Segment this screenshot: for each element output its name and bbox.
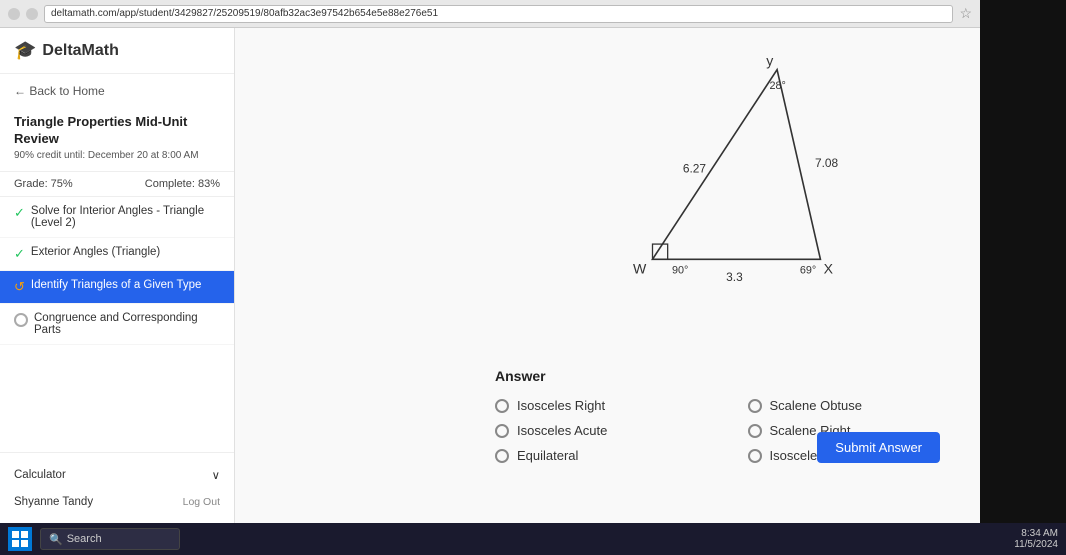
search-text: Search xyxy=(67,533,102,545)
radio-scalene-right[interactable] xyxy=(748,424,762,438)
assignment-info: Triangle Properties Mid-Unit Review 90% … xyxy=(0,108,234,172)
calculator-item[interactable]: Calculator ∨ xyxy=(0,461,234,489)
browser-frame: deltamath.com/app/student/3429827/252095… xyxy=(0,0,980,555)
vertex-w-label: W xyxy=(633,260,647,276)
nav-item-exterior[interactable]: ✓ Exterior Angles (Triangle) xyxy=(0,238,234,271)
windows-icon xyxy=(12,531,28,547)
app-container: 🎓 DeltaMath ← Back to Home Triangle Prop… xyxy=(0,28,980,523)
option-isosceles-right[interactable]: Isosceles Right xyxy=(495,398,708,413)
logo-area: 🎓 DeltaMath xyxy=(0,28,234,74)
back-link[interactable]: ← Back to Home xyxy=(0,74,234,108)
check-icon: ✓ xyxy=(14,246,25,262)
answer-section: Answer Isosceles Right Scalene Obtuse Is… xyxy=(495,368,960,463)
user-item[interactable]: Shyanne Tandy Log Out xyxy=(0,489,234,515)
search-icon: 🔍 xyxy=(49,533,63,546)
start-button[interactable] xyxy=(8,527,32,551)
taskbar-time: 8:34 AM 11/5/2024 xyxy=(1014,528,1058,550)
angle-w-label: 90° xyxy=(672,264,688,276)
dark-overlay xyxy=(980,0,1066,555)
answer-label: Answer xyxy=(495,368,960,384)
browser-bar: deltamath.com/app/student/3429827/252095… xyxy=(0,0,980,28)
nav-item-label: Congruence and Corresponding Parts xyxy=(34,312,220,336)
logo-text: DeltaMath xyxy=(42,42,118,60)
assignment-title: Triangle Properties Mid-Unit Review xyxy=(14,114,220,148)
vertex-x-label: X xyxy=(824,260,834,276)
nav-item-identify[interactable]: ↺ Identify Triangles of a Given Type xyxy=(0,271,234,304)
url-text: deltamath.com/app/student/3429827/252095… xyxy=(51,8,438,19)
check-icon: ✓ xyxy=(14,205,25,221)
logout-link[interactable]: Log Out xyxy=(183,496,220,508)
radio-isosceles-acute[interactable] xyxy=(495,424,509,438)
side-left-label: 6.27 xyxy=(683,162,707,176)
submit-button[interactable]: Submit Answer xyxy=(817,432,940,463)
vertex-y-label: y xyxy=(766,52,774,68)
sidebar-bottom: Calculator ∨ Shyanne Tandy Log Out xyxy=(0,452,234,523)
side-bottom-label: 3.3 xyxy=(726,270,743,284)
option-scalene-obtuse[interactable]: Scalene Obtuse xyxy=(748,398,961,413)
triangle-svg: y W X 28° 90° 69° 6.27 7.08 3.3 xyxy=(580,48,920,308)
nav-item-label: Identify Triangles of a Given Type xyxy=(31,279,201,291)
option-label-isosceles-right: Isosceles Right xyxy=(517,398,605,413)
logo-icon: 🎓 xyxy=(14,40,36,61)
assignment-due: 90% credit until: December 20 at 8:00 AM xyxy=(14,150,220,161)
taskbar-right: 8:34 AM 11/5/2024 xyxy=(1014,528,1058,550)
option-label-equilateral: Equilateral xyxy=(517,448,578,463)
bullet-icon xyxy=(14,313,28,327)
taskbar-search[interactable]: 🔍 Search xyxy=(40,528,180,550)
url-bar[interactable]: deltamath.com/app/student/3429827/252095… xyxy=(44,5,953,23)
back-link-text: ← Back to Home xyxy=(14,84,105,98)
taskbar: 🔍 Search 8:34 AM 11/5/2024 xyxy=(0,523,1066,555)
main-content: y W X 28° 90° 69° 6.27 7.08 3.3 xyxy=(235,28,980,523)
taskbar-date: 11/5/2024 xyxy=(1014,539,1058,550)
complete-label: Complete: 83% xyxy=(145,178,220,190)
nav-item-label: Solve for Interior Angles - Triangle (Le… xyxy=(31,205,220,229)
calculator-label: Calculator xyxy=(14,469,66,481)
option-isosceles-acute[interactable]: Isosceles Acute xyxy=(495,423,708,438)
nav-item-congruence[interactable]: Congruence and Corresponding Parts xyxy=(0,304,234,345)
nav-item-label: Exterior Angles (Triangle) xyxy=(31,246,160,258)
grade-label: Grade: 75% xyxy=(14,178,73,190)
option-label-scalene-obtuse: Scalene Obtuse xyxy=(770,398,863,413)
radio-equilateral[interactable] xyxy=(495,449,509,463)
browser-btn-2 xyxy=(26,8,38,20)
sidebar: 🎓 DeltaMath ← Back to Home Triangle Prop… xyxy=(0,28,235,523)
taskbar-clock: 8:34 AM xyxy=(1014,528,1058,539)
star-icon[interactable]: ☆ xyxy=(959,5,972,22)
refresh-icon: ↺ xyxy=(14,279,25,295)
radio-scalene-obtuse[interactable] xyxy=(748,399,762,413)
radio-isosceles-obtuse[interactable] xyxy=(748,449,762,463)
grade-row: Grade: 75% Complete: 83% xyxy=(0,172,234,197)
nav-items: ✓ Solve for Interior Angles - Triangle (… xyxy=(0,197,234,452)
nav-item-solve-interior[interactable]: ✓ Solve for Interior Angles - Triangle (… xyxy=(0,197,234,238)
option-label-isosceles-acute: Isosceles Acute xyxy=(517,423,607,438)
option-equilateral[interactable]: Equilateral xyxy=(495,448,708,463)
expand-icon: ∨ xyxy=(212,468,220,482)
radio-isosceles-right[interactable] xyxy=(495,399,509,413)
user-label: Shyanne Tandy xyxy=(14,496,93,508)
side-right-label: 7.08 xyxy=(815,156,839,170)
triangle-area: y W X 28° 90° 69° 6.27 7.08 3.3 xyxy=(580,48,920,308)
angle-x-label: 69° xyxy=(800,264,816,276)
angle-top-label: 28° xyxy=(770,80,786,92)
browser-btn-1 xyxy=(8,8,20,20)
